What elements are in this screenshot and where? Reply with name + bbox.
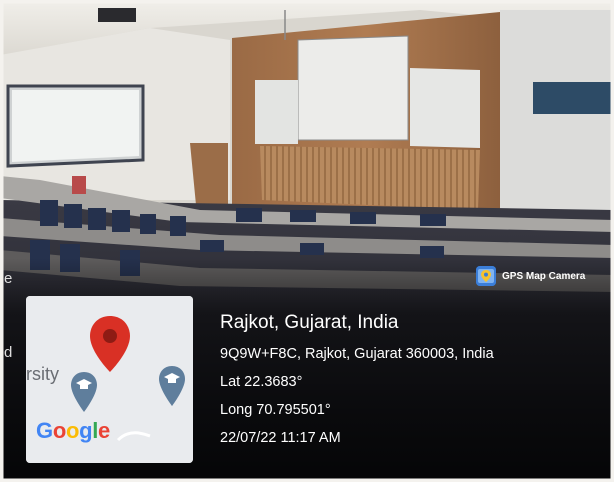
google-logo-letter: e <box>98 418 110 443</box>
map-place-label: rsity <box>26 364 59 384</box>
google-logo-letter: o <box>52 418 66 443</box>
photo-frame: e d GPS Map Camera Google rsity Rajkot, … <box>0 0 614 482</box>
gps-camera-icon <box>476 266 496 286</box>
datetime-line: 22/07/22 11:17 AM <box>220 430 341 446</box>
google-logo-letter: G <box>36 418 53 443</box>
edge-letter: d <box>4 344 13 361</box>
google-logo-letter: o <box>65 418 80 443</box>
edge-letter: e <box>4 270 13 287</box>
badge-label: GPS Map Camera <box>502 270 586 282</box>
longitude-line: Long 70.795501° <box>220 402 331 418</box>
address-line: 9Q9W+F8C, Rajkot, Gujarat 360003, India <box>220 346 494 362</box>
google-logo-letter: g <box>79 418 93 443</box>
location-title: Rajkot, Gujarat, India <box>220 312 399 333</box>
gps-map-camera-badge: GPS Map Camera <box>476 264 585 288</box>
latitude-line: Lat 22.3683° <box>220 374 303 390</box>
google-logo: Google <box>36 418 110 444</box>
